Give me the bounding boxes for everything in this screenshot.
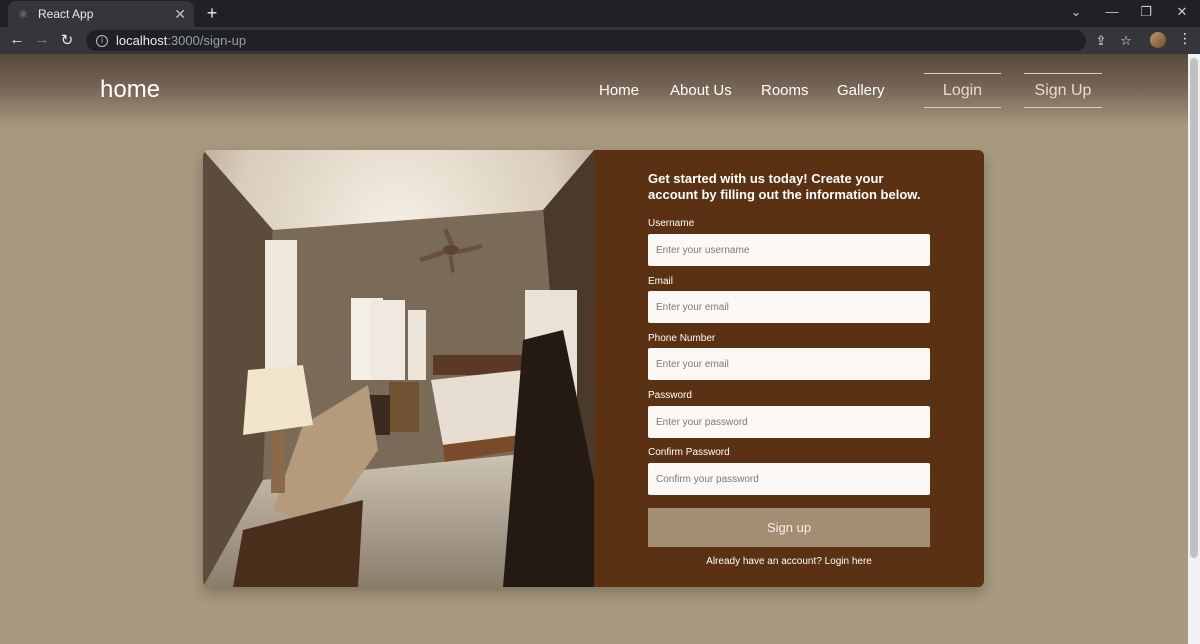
signup-button[interactable]: Sign Up <box>1024 73 1102 108</box>
password-label: Password <box>648 390 692 401</box>
browser-tab-bar: ⚛ React App ✕ + ⌄ — ❐ ✕ <box>0 0 1200 27</box>
window-close-icon[interactable]: ✕ <box>1172 4 1192 20</box>
signup-card: Get started with us today! Create your a… <box>203 150 984 587</box>
tab-search-icon[interactable]: ⌄ <box>1066 4 1086 20</box>
restore-icon[interactable]: ❐ <box>1136 4 1156 20</box>
page-scrollbar[interactable] <box>1188 54 1200 644</box>
bedroom-photo <box>203 150 594 587</box>
tab-title: React App <box>38 7 94 21</box>
signup-form: Get started with us today! Create your a… <box>594 150 984 587</box>
url-path: :3000/sign-up <box>167 33 247 48</box>
browser-toolbar: ← → ↻ i localhost:3000/sign-up ⇪ ☆ <box>0 27 1200 54</box>
browser-tab[interactable]: ⚛ React App ✕ <box>8 1 194 27</box>
reload-icon[interactable]: ↻ <box>58 31 76 49</box>
url-host: localhost <box>116 33 168 48</box>
forward-icon[interactable]: → <box>33 31 51 48</box>
login-link[interactable]: Already have an account? Login here <box>648 556 930 567</box>
email-input[interactable] <box>648 291 930 323</box>
address-bar[interactable]: i localhost:3000/sign-up <box>86 30 1086 51</box>
password-input[interactable] <box>648 406 930 438</box>
phone-input[interactable] <box>648 348 930 380</box>
confirm-password-input[interactable] <box>648 463 930 495</box>
login-button[interactable]: Login <box>924 73 1001 108</box>
new-tab-icon[interactable]: + <box>202 3 222 24</box>
nav-rooms[interactable]: Rooms <box>761 82 809 99</box>
scrollbar-thumb[interactable] <box>1190 58 1198 558</box>
signup-submit-button[interactable]: Sign up <box>648 508 930 547</box>
page-viewport: home Home About Us Rooms Gallery Login S… <box>0 54 1188 644</box>
confirm-password-label: Confirm Password <box>648 447 730 458</box>
back-icon[interactable]: ← <box>8 31 26 48</box>
minimize-icon[interactable]: — <box>1102 4 1122 19</box>
username-label: Username <box>648 218 695 229</box>
form-intro: Get started with us today! Create your a… <box>648 171 921 202</box>
site-brand[interactable]: home <box>100 76 160 104</box>
profile-avatar[interactable] <box>1150 32 1166 48</box>
close-icon[interactable]: ✕ <box>174 6 186 23</box>
bedroom-illustration <box>203 150 594 587</box>
menu-kebab-icon[interactable]: ⋮ <box>1178 30 1192 47</box>
bookmark-star-icon[interactable]: ☆ <box>1118 33 1134 49</box>
nav-home[interactable]: Home <box>599 82 639 99</box>
site-info-icon[interactable]: i <box>96 34 108 47</box>
site-navbar: home Home About Us Rooms Gallery Login S… <box>0 54 1188 128</box>
share-icon[interactable]: ⇪ <box>1093 33 1109 49</box>
username-input[interactable] <box>648 234 930 266</box>
nav-about-us[interactable]: About Us <box>670 82 732 99</box>
phone-label: Phone Number <box>648 333 716 344</box>
email-label: Email <box>648 276 674 287</box>
nav-gallery[interactable]: Gallery <box>837 82 885 99</box>
react-icon: ⚛ <box>18 8 28 21</box>
